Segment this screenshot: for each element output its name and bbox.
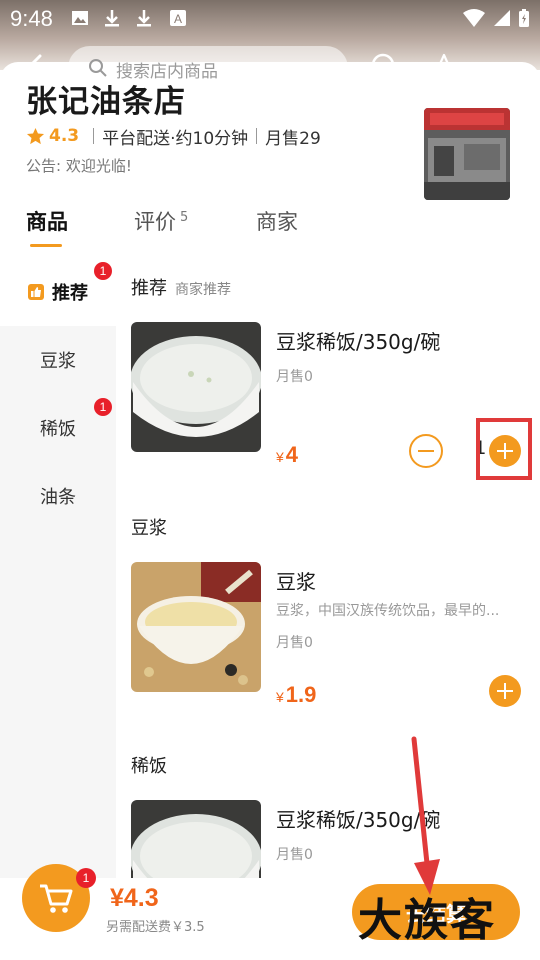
wifi-icon [463, 9, 485, 27]
battery-icon [519, 9, 529, 27]
category-sidebar: 推荐 1 豆浆 稀饭 1 油条 [0, 258, 116, 878]
add-to-cart-button[interactable] [489, 675, 521, 707]
review-count: 5 [180, 210, 189, 225]
cart-total: ¥4.3 [110, 884, 159, 912]
product-image-congee[interactable] [131, 322, 261, 452]
product-name: 豆浆稀饭/350g/碗 [276, 330, 441, 354]
svg-text:A: A [174, 12, 182, 26]
section-title-text: 推荐 [131, 278, 167, 299]
sidebar-item-label: 油条 [40, 487, 76, 508]
decrease-quantity-button[interactable] [409, 434, 443, 468]
monthly-sales: 月售29 [265, 128, 321, 149]
section-title: 稀饭 [131, 756, 167, 777]
favorite-star-icon[interactable] [428, 52, 460, 84]
thumbs-up-icon [28, 284, 44, 300]
sidebar-badge: 1 [94, 398, 112, 416]
download-icon [137, 10, 151, 27]
product-sales: 月售0 [276, 635, 313, 651]
shop-photo [424, 108, 510, 200]
product-image-congee[interactable] [131, 800, 261, 878]
delivery-info: 平台配送·约10分钟 [102, 128, 249, 149]
shop-meta: 4.3 平台配送·约10分钟 月售29 [26, 124, 329, 149]
section-subtitle: 商家推荐 [175, 282, 231, 298]
tab-reviews[interactable]: 评价 5 [134, 206, 188, 236]
status-time: 9:48 [10, 6, 53, 31]
font-app-icon: A [170, 10, 186, 26]
shop-notice: 公告: 欢迎光临! [26, 157, 132, 175]
download-icon [105, 10, 119, 27]
divider [93, 128, 95, 144]
annotation-highlight-box [476, 418, 532, 480]
price-value: 4 [285, 442, 299, 467]
product-price: ¥4 [276, 442, 298, 468]
cart-badge: 1 [76, 868, 96, 888]
tab-merchant[interactable]: 商家 [256, 206, 298, 236]
product-card[interactable]: 豆浆 豆浆，中国汉族传统饮品，最早的... 月售0 ¥1.9 [131, 562, 531, 707]
product-price: ¥1.9 [276, 682, 316, 708]
shop-name: 张记油条店 [26, 84, 186, 120]
annotation-arrow [411, 736, 440, 895]
search-icon[interactable] [370, 52, 402, 84]
sidebar-item-label: 推荐 [52, 283, 88, 304]
sidebar-item-soymilk[interactable]: 豆浆 [0, 326, 116, 394]
price-value: 1.9 [285, 682, 317, 707]
tab-reviews-label: 评价 [134, 210, 176, 234]
sidebar-item-youtiao[interactable]: 油条 [0, 462, 116, 530]
product-description: 豆浆，中国汉族传统饮品，最早的... [276, 603, 500, 619]
divider [256, 128, 258, 144]
sidebar-item-label: 稀饭 [40, 419, 76, 440]
product-name: 豆浆 [276, 570, 316, 594]
gallery-icon [72, 11, 88, 25]
product-image-soymilk[interactable] [131, 562, 261, 692]
delivery-fee-note: 另需配送费￥3.5 [106, 920, 205, 935]
section-title: 豆浆 [131, 518, 167, 539]
tab-bar: 商品 评价 5 商家 [0, 200, 540, 250]
product-card[interactable]: 豆浆稀饭/350g/碗 月售0 [131, 800, 531, 878]
search-icon [89, 59, 107, 77]
section-title: 推荐 商家推荐 [131, 274, 231, 300]
status-bar: 9:48 A [0, 0, 540, 36]
rating-star-icon [26, 127, 45, 144]
currency-symbol: ¥ [276, 449, 284, 465]
active-tab-indicator [30, 244, 62, 247]
product-card[interactable]: 豆浆稀饭/350g/碗 月售0 ¥4 1 [131, 322, 531, 468]
tab-products[interactable]: 商品 [26, 206, 68, 236]
sidebar-item-label: 豆浆 [40, 351, 76, 372]
currency-symbol: ¥ [276, 689, 284, 705]
shop-rating: 4.3 [49, 126, 80, 146]
product-sales: 月售0 [276, 369, 313, 385]
product-sales: 月售0 [276, 847, 313, 863]
sidebar-badge: 1 [94, 262, 112, 280]
more-icon[interactable] [484, 62, 514, 72]
product-list: 推荐 商家推荐 豆浆稀饭/350g/碗 月售0 ¥4 1 豆浆 豆浆 豆浆，中国… [116, 258, 540, 878]
signal-icon [494, 10, 510, 26]
